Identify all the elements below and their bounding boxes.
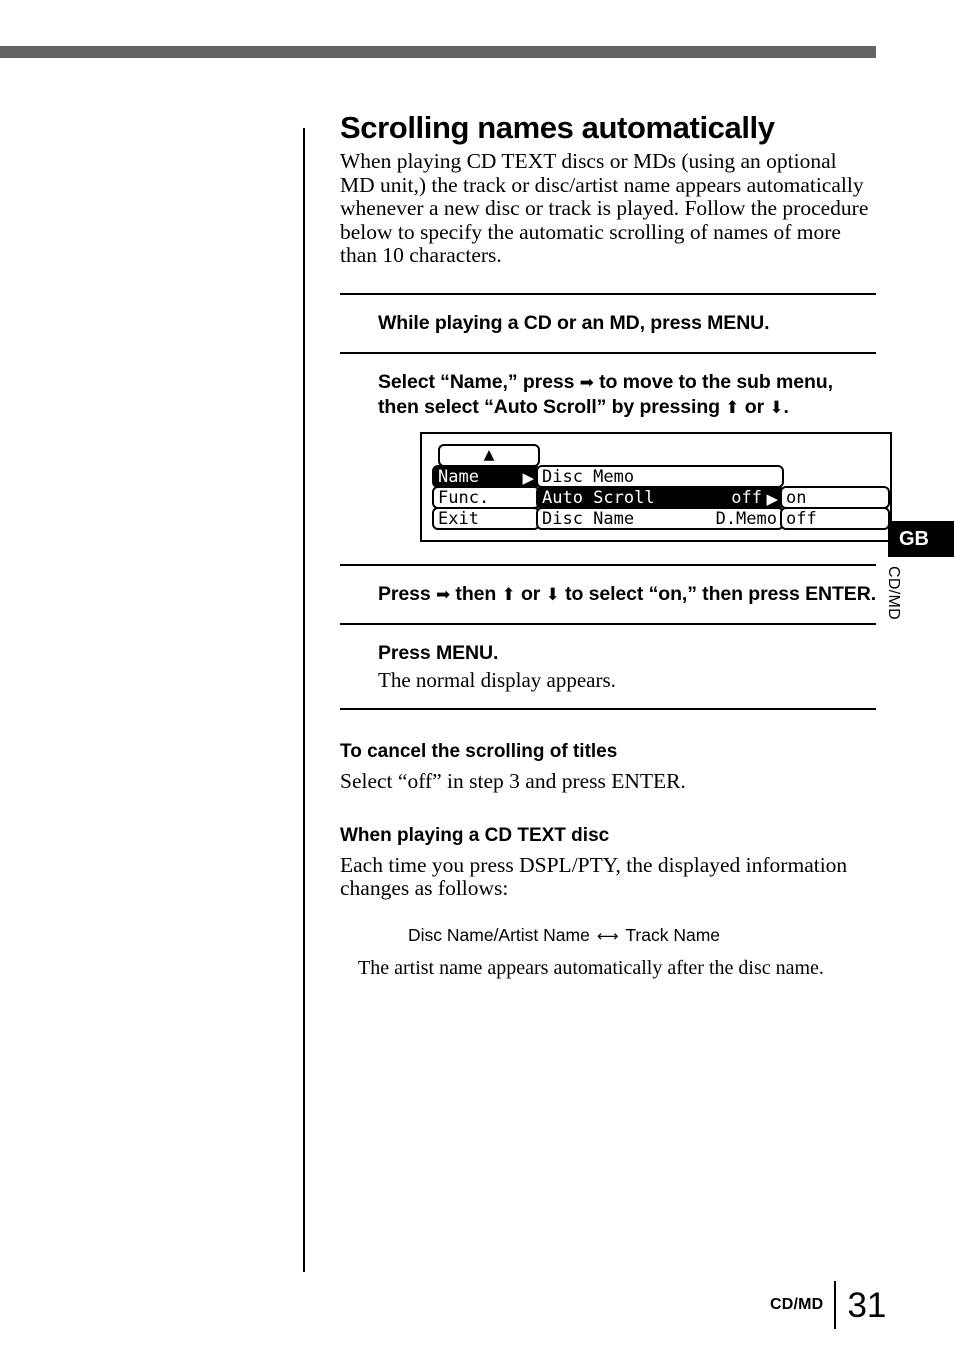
page-title: Scrolling names automatically [340, 110, 775, 145]
section-heading: When playing a CD TEXT disc [340, 824, 610, 846]
step-2-part3: or [739, 395, 770, 418]
lcd-right-option-on[interactable]: on [780, 485, 890, 509]
step-2-text: Select “Name,” press ➡ to move to the su… [378, 370, 876, 420]
double-arrow-icon: ⟷ [596, 926, 619, 945]
display-flow-line: Disc Name/Artist Name ⟷ Track Name [340, 923, 876, 948]
step-1-text: While playing a CD or an MD, press MENU. [378, 311, 770, 334]
section-cancel-scrolling: To cancel the scrolling of titles Select… [340, 740, 876, 794]
lcd-right-option-label: off [786, 508, 817, 529]
page-number: 31 [847, 1285, 887, 1325]
step-1: While playing a CD or an MD, press MENU. [340, 295, 876, 352]
step-3: Press ➡ then ⬆ or ⬇ to select “on,” then… [340, 566, 876, 623]
lcd-mid-item-value: off [731, 487, 762, 508]
step-3-part2: then [450, 582, 502, 605]
arrow-up-icon: ⬆ [501, 584, 516, 605]
step-2: Select “Name,” press ➡ to move to the su… [340, 354, 892, 564]
lcd-left-item-label: Name [438, 466, 479, 487]
lcd-right-option-label: on [786, 487, 807, 508]
triangle-up-icon: ▲ [483, 446, 495, 463]
step-2-part1: Select “Name,” press [378, 370, 580, 393]
lcd-right-option-off[interactable]: off [780, 506, 890, 530]
step-divider [340, 707, 876, 710]
lcd-left-item-func[interactable]: Func. [432, 485, 540, 509]
side-section-label: CD/MD [885, 566, 902, 620]
step-4-note: The normal display appears. [378, 667, 616, 692]
step-2-part4: . [783, 395, 789, 418]
page-footer: CD/MD 31 [770, 1281, 886, 1329]
arrow-down-icon: ⬇ [769, 397, 784, 418]
section-body: Select “off” in step 3 and press ENTER. [340, 768, 686, 793]
step-3-part4: to select “on,” then press ENTER. [559, 582, 877, 605]
procedure-steps: While playing a CD or an MD, press MENU.… [340, 292, 892, 710]
lcd-left-item-name[interactable]: Name ▶ [432, 464, 540, 488]
flow-left-label: Disc Name/Artist Name [408, 924, 590, 945]
flow-note: The artist name appears automatically af… [358, 956, 824, 979]
lcd-mid-item-auto-scroll[interactable]: Auto Scroll off ▶ [536, 485, 784, 509]
lcd-mid-item-disc-memo[interactable]: Disc Memo [536, 464, 784, 488]
lcd-mid-item-disc-name[interactable]: Disc Name D.Memo [536, 506, 784, 530]
lcd-figure-wrapper: ▲ Name ▶ Func. Exit Disc Memo Auto Scrol… [378, 420, 892, 548]
lcd-left-item-exit[interactable]: Exit [432, 506, 540, 530]
triangle-right-icon: ▶ [766, 489, 778, 508]
top-header-bar [0, 46, 876, 58]
lcd-left-item-label: Exit [438, 508, 479, 529]
step-3-text: Press ➡ then ⬆ or ⬇ to select “on,” then… [378, 582, 876, 607]
footer-section-label: CD/MD [770, 1296, 824, 1313]
arrow-right-icon: ➡ [435, 584, 451, 605]
arrow-up-icon: ⬆ [725, 397, 740, 418]
region-tab-label: GB [899, 527, 929, 550]
intro-paragraph: When playing CD TEXT discs or MDs (using… [340, 149, 869, 268]
lcd-mid-item-label: Auto Scroll [542, 487, 655, 508]
section-cd-text-disc: When playing a CD TEXT disc Each time yo… [340, 824, 876, 980]
step-3-part1: Press [378, 582, 436, 605]
lcd-mid-item-label: Disc Name [542, 508, 635, 529]
lcd-scroll-up-box: ▲ [438, 443, 540, 467]
section-body: Each time you press DSPL/PTY, the displa… [340, 852, 848, 901]
step-4-text: Press MENU. [378, 641, 499, 664]
lcd-mid-item-value: D.Memo [715, 508, 777, 529]
step-3-part3: or [515, 582, 546, 605]
lcd-left-item-label: Func. [438, 487, 490, 508]
flow-right-label: Track Name [625, 924, 721, 945]
step-4: Press MENU. The normal display appears. [340, 625, 876, 708]
section-heading: To cancel the scrolling of titles [340, 740, 618, 762]
arrow-down-icon: ⬇ [545, 584, 560, 605]
left-vertical-divider [303, 128, 305, 1272]
region-tab-gb: GB [888, 521, 954, 557]
lcd-display-figure: ▲ Name ▶ Func. Exit Disc Memo Auto Scrol… [420, 431, 892, 542]
page-content: Scrolling names automatically When playi… [340, 110, 892, 980]
lcd-mid-item-label: Disc Memo [542, 466, 635, 487]
arrow-right-icon: ➡ [579, 372, 594, 393]
triangle-right-icon: ▶ [522, 468, 534, 487]
